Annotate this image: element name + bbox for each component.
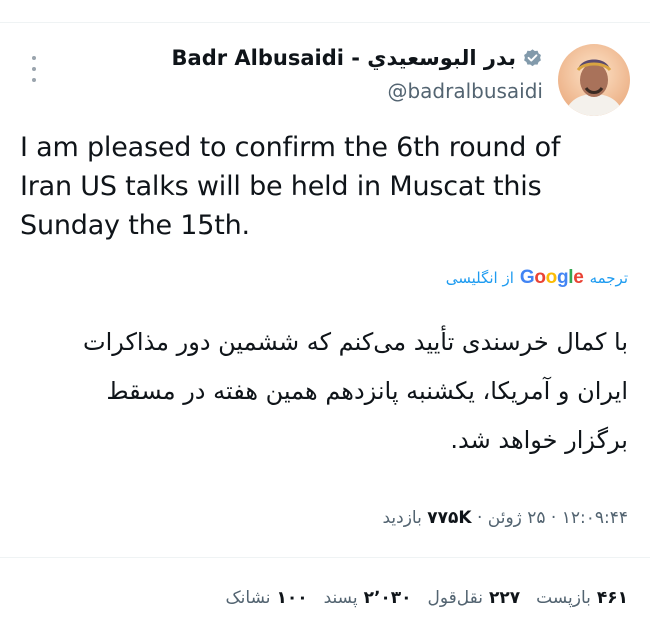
bookmarks-count: ۱۰۰ bbox=[276, 588, 308, 608]
likes-label: پسند bbox=[323, 588, 358, 608]
more-options-icon[interactable] bbox=[28, 56, 40, 82]
quotes-count: ۲۲۷ bbox=[489, 588, 521, 608]
translate-label-suffix: از انگلیسی bbox=[445, 269, 514, 287]
tweet-meta: ۱۲:۰۹:۴۴ · ۲۵ ژوئن · ۷۷۵K بازدید bbox=[382, 508, 628, 528]
translate-label-prefix: ترجمه bbox=[589, 269, 628, 287]
likes-stat[interactable]: ۲٬۰۳۰ پسند bbox=[324, 588, 412, 608]
avatar[interactable] bbox=[558, 44, 630, 116]
bookmarks-stat[interactable]: ۱۰۰ نشانک bbox=[225, 588, 307, 608]
bookmarks-label: نشانک bbox=[225, 588, 271, 608]
tweet-text: I am pleased to confirm the 6th round of… bbox=[20, 132, 561, 241]
reposts-stat[interactable]: ۴۶۱ بازپست bbox=[536, 588, 628, 608]
google-logo: Google bbox=[519, 267, 584, 288]
reposts-label: بازپست bbox=[536, 588, 591, 608]
reposts-count: ۴۶۱ bbox=[596, 588, 628, 608]
translate-link[interactable]: ترجمه Google از انگلیسی bbox=[446, 267, 628, 289]
author-handle[interactable]: @badralbusaidi bbox=[387, 79, 543, 103]
likes-count: ۲٬۰۳۰ bbox=[363, 588, 412, 608]
quotes-label: نقل‌قول bbox=[427, 588, 483, 608]
stats-divider bbox=[0, 557, 650, 558]
author-name[interactable]: Badr Albusaidi - بدر البوسعيدي bbox=[172, 46, 516, 70]
views-count: ۷۷۵K bbox=[427, 508, 472, 528]
engagement-stats: ۴۶۱ بازپست ۲۲۷ نقل‌قول ۲٬۰۳۰ پسند ۱۰۰ نش… bbox=[225, 588, 628, 608]
verified-badge-icon bbox=[522, 48, 543, 69]
author-name-row[interactable]: Badr Albusaidi - بدر البوسعيدي bbox=[172, 46, 543, 70]
views-label: بازدید bbox=[382, 508, 422, 528]
tweet-date[interactable]: ۲۵ ژوئن bbox=[488, 508, 546, 528]
top-divider bbox=[0, 22, 650, 23]
translated-text: با کمال خرسندی تأیید می‌کنم که ششمین دور… bbox=[82, 328, 628, 454]
quotes-stat[interactable]: ۲۲۷ نقل‌قول bbox=[428, 588, 521, 608]
tweet-time[interactable]: ۱۲:۰۹:۴۴ bbox=[562, 508, 628, 528]
